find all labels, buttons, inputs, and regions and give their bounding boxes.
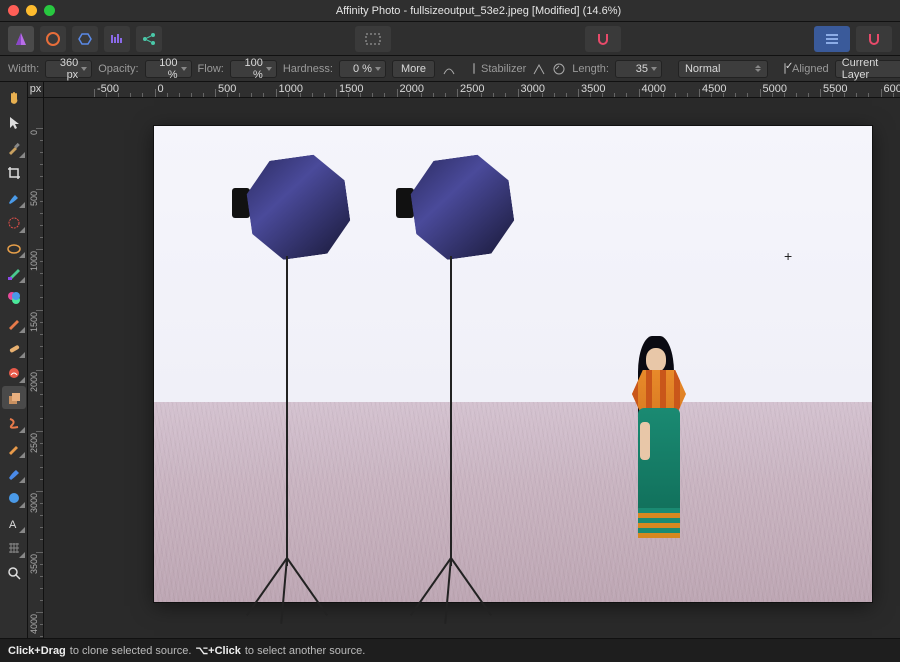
rope-stabilizer-icon[interactable] — [532, 60, 546, 78]
crop-tool[interactable] — [2, 161, 26, 184]
hardness-label: Hardness: — [283, 63, 333, 75]
status-bar: Click+Drag to clone selected source. ⌥+C… — [0, 638, 900, 662]
more-button[interactable]: More — [392, 60, 435, 78]
aligned-checkbox[interactable] — [784, 63, 786, 74]
document-canvas[interactable] — [154, 126, 872, 602]
liquify-tool[interactable] — [2, 411, 26, 434]
hardness-input[interactable]: 0 % — [339, 60, 386, 78]
develop-persona-icon[interactable] — [72, 26, 98, 52]
flow-input[interactable]: 100 % — [230, 60, 277, 78]
brush-pressure-icon[interactable] — [441, 60, 457, 78]
sponge-tool[interactable] — [2, 461, 26, 484]
mesh-tool[interactable] — [2, 536, 26, 559]
shape-tool[interactable] — [2, 486, 26, 509]
toolbox: A — [0, 82, 28, 638]
canvas-viewport[interactable]: + — [44, 98, 900, 638]
status-hint-bold-b: ⌥+Click — [195, 644, 240, 657]
blendmode-select[interactable]: Normal — [678, 60, 768, 78]
dodge-tool[interactable] — [2, 436, 26, 459]
color-picker-tool[interactable] — [2, 136, 26, 159]
export-persona-icon[interactable] — [136, 26, 162, 52]
opacity-input[interactable]: 100 % — [145, 60, 192, 78]
liquify-persona-icon[interactable] — [40, 26, 66, 52]
svg-text:A: A — [9, 519, 17, 531]
text-tool[interactable]: A — [2, 511, 26, 534]
marquee-selection-icon[interactable] — [355, 26, 391, 52]
photo-persona-icon[interactable] — [8, 26, 34, 52]
zoom-tool[interactable] — [2, 561, 26, 584]
titlebar: Affinity Photo - fullsizeoutput_53e2.jpe… — [0, 0, 900, 22]
context-toolbar: Width: 360 px Opacity: 100 % Flow: 100 %… — [0, 56, 900, 82]
flood-select-tool[interactable] — [2, 236, 26, 259]
close-window[interactable] — [8, 5, 19, 16]
window-stabilizer-icon[interactable] — [552, 60, 566, 78]
status-hint-b: to select another source. — [245, 645, 365, 657]
status-hint-a: to clone selected source. — [70, 645, 192, 657]
stabilizer-checkbox[interactable] — [473, 63, 475, 74]
source-select[interactable]: Current Layer — [835, 60, 900, 78]
length-input[interactable]: 35 — [615, 60, 662, 78]
workarea: px -500050010001500200025003000350040004… — [28, 82, 900, 638]
ruler-horizontal[interactable]: px -500050010001500200025003000350040004… — [28, 82, 900, 98]
window-controls — [8, 5, 55, 16]
move-tool[interactable] — [2, 111, 26, 134]
minimize-window[interactable] — [26, 5, 37, 16]
opacity-label: Opacity: — [98, 63, 138, 75]
window-title: Affinity Photo - fullsizeoutput_53e2.jpe… — [65, 5, 892, 17]
flow-label: Flow: — [198, 63, 224, 75]
photo-ground — [154, 402, 872, 602]
maximize-window[interactable] — [44, 5, 55, 16]
status-hint-bold-a: Click+Drag — [8, 645, 66, 657]
snapping-magnet-icon[interactable] — [585, 26, 621, 52]
ruler-vertical[interactable]: 05001000150020002500300035004000 — [28, 98, 44, 638]
width-input[interactable]: 360 px — [45, 60, 92, 78]
tone-mapping-persona-icon[interactable] — [104, 26, 130, 52]
width-label: Width: — [8, 63, 39, 75]
aligned-label: Aligned — [792, 63, 829, 75]
magnet-red-icon[interactable] — [856, 26, 892, 52]
selection-brush-tool[interactable] — [2, 211, 26, 234]
inpainting-tool[interactable] — [2, 361, 26, 384]
adjustment-tool[interactable] — [2, 286, 26, 309]
clone-tool[interactable] — [2, 386, 26, 409]
gradient-tool[interactable] — [2, 261, 26, 284]
ruler-unit[interactable]: px — [28, 82, 44, 97]
healing-tool[interactable] — [2, 336, 26, 359]
hand-tool[interactable] — [2, 86, 26, 109]
retouch-tool[interactable] — [2, 311, 26, 334]
length-label: Length: — [572, 63, 609, 75]
persona-toolbar — [0, 22, 900, 56]
paintbrush-tool[interactable] — [2, 186, 26, 209]
menu-lines-icon[interactable] — [814, 26, 850, 52]
stabilizer-label: Stabilizer — [481, 63, 526, 75]
